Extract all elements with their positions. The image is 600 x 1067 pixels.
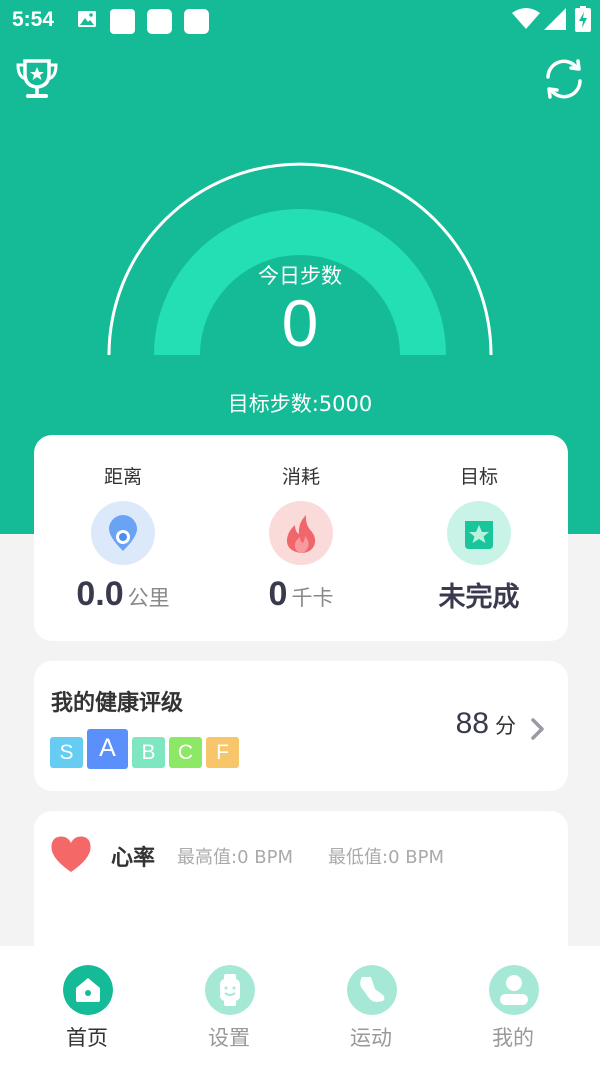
health-score-value: 88 xyxy=(455,707,489,740)
stat-goal-title: 目标 xyxy=(459,466,498,488)
square-icon xyxy=(110,9,135,34)
calories-unit: 千卡 xyxy=(291,586,334,610)
tab-profile-label: 我的 xyxy=(492,1026,534,1050)
wifi-icon xyxy=(512,8,540,29)
grade-b: B xyxy=(132,737,165,768)
square-icon xyxy=(184,9,209,34)
status-bar: 5:54 xyxy=(0,0,600,42)
today-steps-value: 0 xyxy=(281,286,319,360)
watch-icon xyxy=(205,965,255,1015)
calories-value: 0 xyxy=(268,575,288,613)
grade-s: S xyxy=(50,737,83,768)
flame-icon xyxy=(269,501,333,565)
heart-rate-max: 最高值:0 BPM xyxy=(177,847,293,868)
distance-unit: 公里 xyxy=(127,586,170,610)
stats-card: 距离 0.0 公里 消耗 0 千卡 目标 未完成 xyxy=(34,435,568,641)
stat-distance-title: 距离 xyxy=(103,466,142,488)
stat-calories-title: 消耗 xyxy=(281,466,320,488)
battery-charging-icon xyxy=(575,6,591,32)
health-rating-title: 我的健康评级 xyxy=(51,691,184,716)
distance-value: 0.0 xyxy=(76,575,124,613)
heart-rate-min: 最低值:0 BPM xyxy=(328,847,444,868)
grade-scale: S A B C F xyxy=(50,729,250,773)
shoe-icon xyxy=(347,965,397,1015)
tab-home[interactable]: 首页 xyxy=(12,946,162,1067)
tab-settings-label: 设置 xyxy=(208,1026,250,1050)
stat-goal[interactable]: 目标 未完成 xyxy=(390,435,568,641)
health-score: 88 分 xyxy=(456,707,516,741)
square-icon xyxy=(147,9,172,34)
star-badge-icon xyxy=(447,501,511,565)
home-icon xyxy=(63,965,113,1015)
grade-f: F xyxy=(206,737,239,768)
refresh-icon[interactable] xyxy=(541,56,587,102)
health-rating-card[interactable]: 我的健康评级 S A B C F 88 分 xyxy=(34,661,568,791)
target-steps: 目标步数:5000 xyxy=(227,392,373,416)
user-icon xyxy=(489,965,539,1015)
heart-icon xyxy=(51,836,91,872)
goal-status: 未完成 xyxy=(438,582,520,613)
heart-rate-title: 心率 xyxy=(111,846,156,871)
tab-sport-label: 运动 xyxy=(350,1026,392,1050)
tab-home-label: 首页 xyxy=(66,1026,108,1050)
location-pin-icon xyxy=(91,501,155,565)
chevron-right-icon[interactable] xyxy=(530,717,546,741)
trophy-icon[interactable] xyxy=(14,56,60,102)
stat-calories[interactable]: 消耗 0 千卡 xyxy=(212,435,390,641)
image-icon xyxy=(78,11,96,27)
grade-a: A xyxy=(87,729,128,769)
tab-sport[interactable]: 运动 xyxy=(296,946,446,1067)
signal-icon xyxy=(544,8,566,30)
stat-distance[interactable]: 距离 0.0 公里 xyxy=(34,435,212,641)
tab-profile[interactable]: 我的 xyxy=(438,946,588,1067)
bottom-tab-bar: 首页 设置 运动 我的 xyxy=(0,946,600,1067)
tab-settings[interactable]: 设置 xyxy=(154,946,304,1067)
health-score-unit: 分 xyxy=(495,714,516,738)
grade-c: C xyxy=(169,737,202,768)
status-time: 5:54 xyxy=(12,8,55,31)
